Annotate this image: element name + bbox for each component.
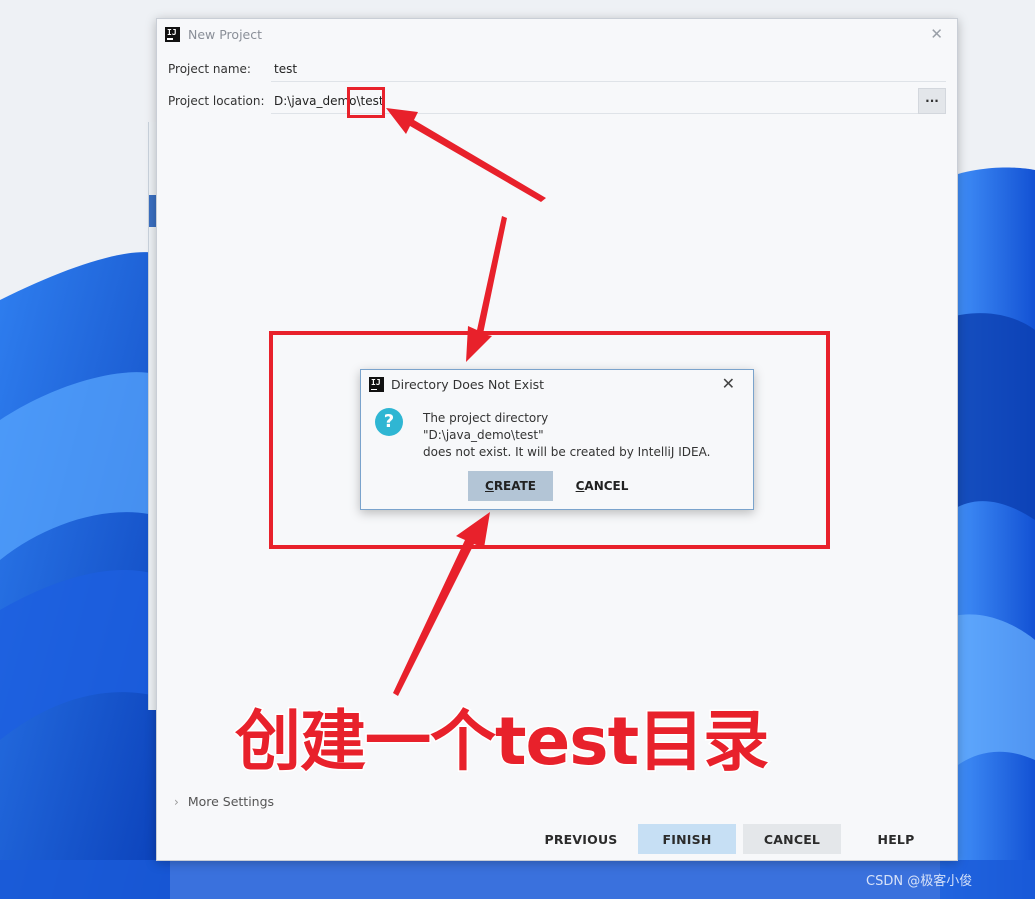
directory-dialog-titlebar[interactable]: IJ Directory Does Not Exist ✕ bbox=[361, 370, 753, 399]
intellij-logo-icon: IJ bbox=[165, 26, 180, 42]
more-settings-toggle[interactable]: › More Settings bbox=[174, 794, 274, 809]
previous-button[interactable]: PREVIOUS bbox=[538, 824, 624, 854]
close-icon[interactable]: ✕ bbox=[722, 374, 735, 393]
help-button[interactable]: HELP bbox=[858, 824, 934, 854]
dialog-cancel-button-label: CANCEL bbox=[575, 479, 629, 493]
new-project-title: New Project bbox=[188, 26, 263, 42]
project-name-row: Project name: test bbox=[168, 56, 946, 82]
intellij-logo-icon: IJ bbox=[369, 377, 384, 392]
message-line: The project directory bbox=[423, 411, 549, 425]
annotation-highlight-folder bbox=[347, 87, 385, 118]
message-line: "D:\java_demo\test" bbox=[423, 428, 544, 442]
directory-dialog-message: The project directory "D:\java_demo\test… bbox=[423, 410, 710, 461]
project-name-label: Project name: bbox=[168, 62, 251, 76]
watermark: CSDN @极客小俊 bbox=[866, 874, 973, 889]
new-project-titlebar[interactable]: IJ New Project ✕ bbox=[157, 19, 957, 49]
project-name-input[interactable]: test bbox=[271, 56, 946, 82]
chevron-right-icon: › bbox=[174, 794, 179, 809]
question-icon: ? bbox=[375, 408, 403, 436]
create-button-label: CREATE bbox=[485, 479, 536, 493]
create-button[interactable]: CREATE bbox=[468, 471, 553, 501]
annotation-caption: 创建一个test目录 bbox=[233, 702, 770, 782]
close-icon[interactable]: ✕ bbox=[930, 25, 943, 43]
dialog-cancel-button[interactable]: CANCEL bbox=[563, 471, 641, 501]
more-settings-label: More Settings bbox=[187, 794, 275, 809]
finish-button[interactable]: FINISH bbox=[638, 824, 736, 854]
message-line: does not exist. It will be created by In… bbox=[423, 445, 711, 459]
directory-not-exist-dialog: IJ Directory Does Not Exist ✕ ? The proj… bbox=[360, 369, 754, 510]
project-location-label: Project location: bbox=[168, 94, 265, 108]
project-location-row: Project location: D:\java_demo\test bbox=[168, 88, 919, 114]
directory-dialog-title: Directory Does Not Exist bbox=[391, 377, 545, 392]
browse-button[interactable]: ... bbox=[918, 88, 946, 114]
cancel-button[interactable]: CANCEL bbox=[743, 824, 841, 854]
